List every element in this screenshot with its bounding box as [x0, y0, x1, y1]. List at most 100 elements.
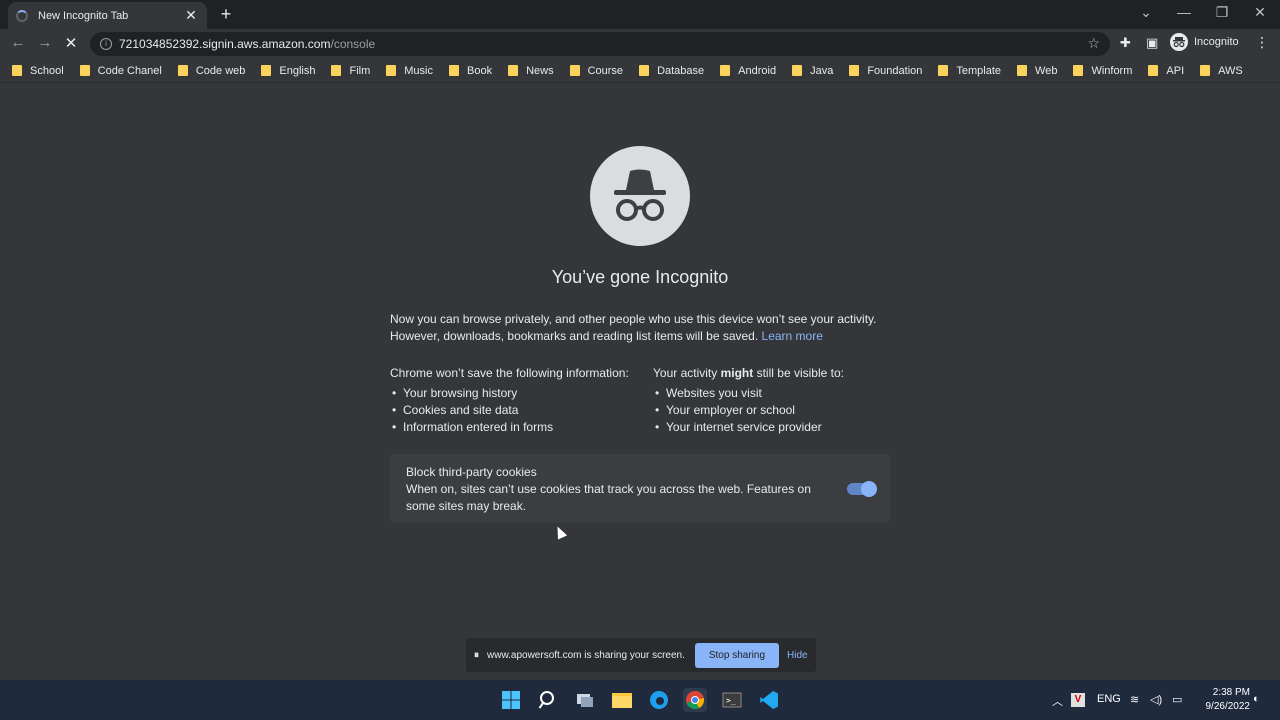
tab-search-chevron-icon[interactable]: ⌄: [1136, 4, 1156, 21]
stop-sharing-button[interactable]: Stop sharing: [694, 642, 780, 668]
bookmark-item[interactable]: Template: [938, 65, 1001, 77]
still-visible-column: Your activity might still be visible to:…: [653, 365, 903, 436]
folder-icon: [1017, 65, 1028, 76]
windows-start-icon[interactable]: [499, 688, 523, 712]
bookmark-item[interactable]: Database: [639, 65, 704, 77]
terminal-icon[interactable]: >_: [720, 688, 744, 712]
site-info-icon[interactable]: i: [100, 38, 112, 50]
menu-kebab-icon[interactable]: ⋮: [1255, 34, 1269, 51]
bookmark-star-icon[interactable]: ☆: [1087, 35, 1100, 52]
tray-app-icon[interactable]: V: [1071, 693, 1085, 707]
hide-button[interactable]: Hide: [787, 650, 808, 661]
sharing-message: www.apowersoft.com is sharing your scree…: [487, 649, 685, 661]
task-view-icon[interactable]: [573, 688, 597, 712]
notifications-icon[interactable]: ◐: [1253, 693, 1260, 705]
learn-more-link[interactable]: Learn more: [762, 329, 823, 343]
incognito-profile-chip[interactable]: Incognito: [1170, 33, 1239, 51]
close-window-button[interactable]: ✕: [1250, 4, 1270, 21]
restore-button[interactable]: ❐: [1212, 4, 1232, 21]
bookmark-item[interactable]: API: [1148, 65, 1184, 77]
bookmark-label: News: [526, 64, 554, 77]
bookmark-item[interactable]: Code web: [177, 64, 246, 77]
page-heading: You’ve gone Incognito: [551, 267, 729, 287]
toggle-knob: [861, 481, 877, 497]
profile-label: Incognito: [1194, 36, 1239, 48]
cookies-toggle[interactable]: [847, 481, 877, 497]
incognito-avatar-icon: [1170, 33, 1188, 51]
list-item: Your browsing history: [390, 385, 640, 402]
language-indicator[interactable]: ENG: [1097, 693, 1121, 705]
back-button[interactable]: ←: [8, 34, 28, 51]
bookmark-item[interactable]: Music: [386, 65, 433, 77]
chrome-icon[interactable]: [683, 688, 707, 712]
bookmark-item[interactable]: English: [261, 65, 315, 77]
bookmark-item[interactable]: Course: [569, 64, 624, 77]
search-icon[interactable]: [536, 688, 560, 712]
tab-new-incognito[interactable]: New Incognito Tab ✕: [8, 2, 207, 29]
edge-icon[interactable]: [647, 688, 671, 712]
intro-paragraph: Now you can browse privately, and other …: [390, 312, 877, 343]
bookmark-item[interactable]: Java: [792, 65, 833, 77]
vscode-icon[interactable]: [757, 688, 781, 712]
folder-icon: [792, 65, 803, 76]
new-tab-button[interactable]: +: [216, 4, 236, 25]
folder-icon: [569, 65, 580, 76]
bookmark-item[interactable]: Android: [720, 65, 776, 77]
address-bar[interactable]: i 721034852392.signin.aws.amazon.com/con…: [90, 32, 1110, 56]
left-column-header: Chrome won’t save the following informat…: [390, 366, 629, 380]
bookmark-item[interactable]: Foundation: [849, 65, 922, 77]
bookmark-item[interactable]: News: [508, 65, 554, 77]
incognito-logo-icon: [590, 146, 690, 246]
bookmark-label: API: [1166, 64, 1185, 77]
minimize-button[interactable]: —: [1174, 4, 1194, 20]
clock[interactable]: 2:38 PM 9/26/2022: [1190, 686, 1251, 714]
list-item: Information entered in forms: [390, 419, 640, 436]
stop-loading-button[interactable]: ✕: [61, 34, 81, 52]
folder-icon: [261, 65, 272, 76]
svg-text:>_: >_: [726, 696, 736, 705]
bookmark-label: Code Chanel: [97, 64, 162, 77]
bookmark-label: AWS: [1218, 64, 1243, 77]
bookmarks-bar: School Code Chanel Code web English Film Musi…: [0, 59, 1280, 83]
url-text[interactable]: 721034852392.signin.aws.amazon.com/conso…: [119, 37, 375, 51]
bookmark-item[interactable]: AWS: [1200, 65, 1243, 77]
bookmark-label: Film: [349, 64, 371, 77]
bookmark-item[interactable]: Winform: [1073, 65, 1132, 77]
file-explorer-icon[interactable]: [610, 688, 634, 712]
pause-icon: ⏸: [474, 649, 479, 661]
left-list: Your browsing historyCookies and site da…: [390, 385, 640, 436]
list-item: Your internet service provider: [653, 419, 903, 436]
tab-title: New Incognito Tab: [38, 9, 129, 22]
battery-icon[interactable]: ▭: [1172, 693, 1182, 706]
windows-taskbar: >_ ︿ V ENG ≋ ◁) ▭ 2:38 PM 9/26/2022 ◐: [0, 680, 1280, 720]
bookmark-label: Code web: [195, 64, 246, 77]
forward-button[interactable]: →: [35, 34, 55, 51]
wifi-icon[interactable]: ≋: [1130, 693, 1139, 706]
cookies-title: Block third-party cookies: [406, 465, 537, 479]
right-column-header: Your activity might still be visible to:: [653, 366, 844, 380]
bookmark-item[interactable]: School: [12, 65, 64, 77]
folder-icon: [449, 65, 459, 76]
volume-icon[interactable]: ◁): [1150, 693, 1162, 706]
tray-chevron-icon[interactable]: ︿: [1052, 693, 1063, 709]
bookmark-item[interactable]: Code Chanel: [79, 64, 162, 77]
list-item: Cookies and site data: [390, 402, 640, 419]
bookmark-label: Course: [587, 64, 624, 77]
bookmark-item[interactable]: Film: [331, 65, 370, 77]
clock-date: 9/26/2022: [1205, 701, 1251, 712]
bookmark-item[interactable]: Web: [1017, 65, 1057, 77]
bookmark-item[interactable]: Book: [449, 65, 492, 77]
bookmark-label: Foundation: [867, 64, 923, 77]
third-party-cookies-card: Block third-party cookies When on, sites…: [390, 454, 890, 523]
folder-icon: [79, 65, 90, 76]
right-list: Websites you visitYour employer or schoo…: [653, 385, 903, 436]
browser-toolbar: ← → ✕ i 721034852392.signin.aws.amazon.c…: [0, 29, 1280, 59]
bookmark-label: English: [279, 64, 316, 77]
bookmark-label: Template: [956, 64, 1002, 77]
folder-icon: [508, 65, 519, 76]
incognito-page: You’ve gone Incognito Now you can browse…: [0, 84, 1280, 680]
folder-icon: [938, 65, 949, 76]
tab-close-icon[interactable]: ✕: [183, 7, 199, 24]
side-panel-icon[interactable]: ▣: [1146, 35, 1158, 51]
extensions-puzzle-icon[interactable]: ✚: [1120, 35, 1131, 51]
